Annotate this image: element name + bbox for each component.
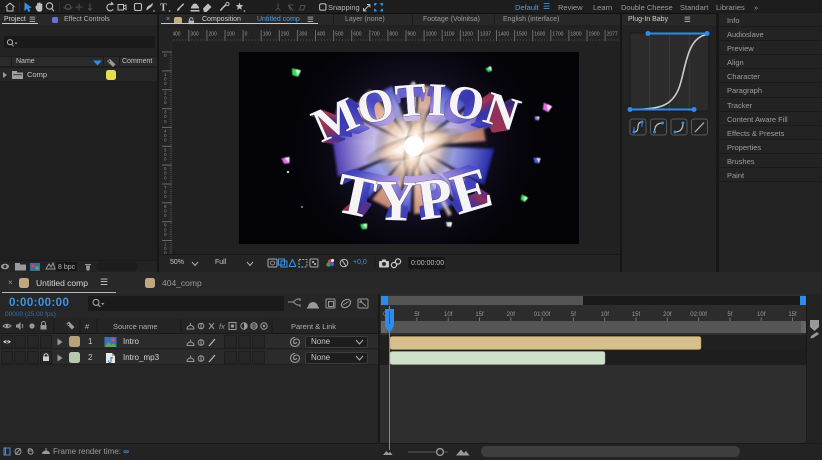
svg-text:T: T <box>160 3 167 14</box>
svg-text:fx: fx <box>219 322 225 331</box>
svg-text:0: 0 <box>164 156 167 161</box>
svg-text:1000: 1000 <box>426 32 437 38</box>
svg-text:5f: 5f <box>727 312 732 318</box>
svg-text:0: 0 <box>164 232 167 237</box>
svg-text:1400: 1400 <box>498 32 509 38</box>
svg-text:Parent & Link: Parent & Link <box>291 322 336 331</box>
svg-text:8 bpc: 8 bpc <box>58 264 76 271</box>
svg-text:0: 0 <box>164 138 167 143</box>
svg-text:Source name: Source name <box>113 322 158 331</box>
svg-text:0: 0 <box>164 175 167 180</box>
svg-text:15f: 15f <box>788 312 797 318</box>
svg-text:0: 0 <box>245 32 248 38</box>
svg-text:0: 0 <box>164 194 167 199</box>
svg-text:0: 0 <box>164 81 167 86</box>
svg-text:200: 200 <box>208 32 217 38</box>
svg-text:1600: 1600 <box>534 32 545 38</box>
svg-text:10f: 10f <box>601 312 610 318</box>
svg-text:600: 600 <box>353 32 362 38</box>
svg-text:5f: 5f <box>571 312 576 318</box>
svg-text:20f: 20f <box>507 312 516 318</box>
svg-text:100: 100 <box>227 32 236 38</box>
svg-text:200: 200 <box>281 32 290 38</box>
svg-text:1500: 1500 <box>516 32 527 38</box>
svg-text:500: 500 <box>335 32 344 38</box>
svg-text:2077: 2077 <box>607 32 618 38</box>
svg-text:0: 0 <box>164 100 167 105</box>
svg-text:1200: 1200 <box>462 32 473 38</box>
svg-text:0: 0 <box>164 213 167 218</box>
svg-text:300: 300 <box>190 32 199 38</box>
svg-text:02:00f: 02:00f <box>690 312 707 318</box>
svg-text:1800: 1800 <box>570 32 581 38</box>
svg-text:15f: 15f <box>475 312 484 318</box>
svg-text:900: 900 <box>408 32 417 38</box>
svg-text:5f: 5f <box>414 312 419 318</box>
svg-text:1337: 1337 <box>480 32 491 38</box>
svg-text:Snapping: Snapping <box>328 3 360 12</box>
svg-text:100: 100 <box>263 32 272 38</box>
svg-text:300: 300 <box>299 32 308 38</box>
svg-text:1700: 1700 <box>552 32 563 38</box>
svg-text:01:00f: 01:00f <box>534 312 551 318</box>
svg-text:400: 400 <box>317 32 326 38</box>
svg-text:20f: 20f <box>663 312 672 318</box>
svg-text:0: 0 <box>164 53 167 58</box>
svg-text:800: 800 <box>389 32 398 38</box>
svg-text:1100: 1100 <box>444 32 455 38</box>
svg-text:15f: 15f <box>632 312 641 318</box>
svg-text:10f: 10f <box>444 312 453 318</box>
svg-text:0: 0 <box>164 119 167 124</box>
svg-text:700: 700 <box>371 32 380 38</box>
svg-text:1900: 1900 <box>589 32 600 38</box>
svg-text:400: 400 <box>172 32 181 38</box>
svg-text:10f: 10f <box>757 312 766 318</box>
